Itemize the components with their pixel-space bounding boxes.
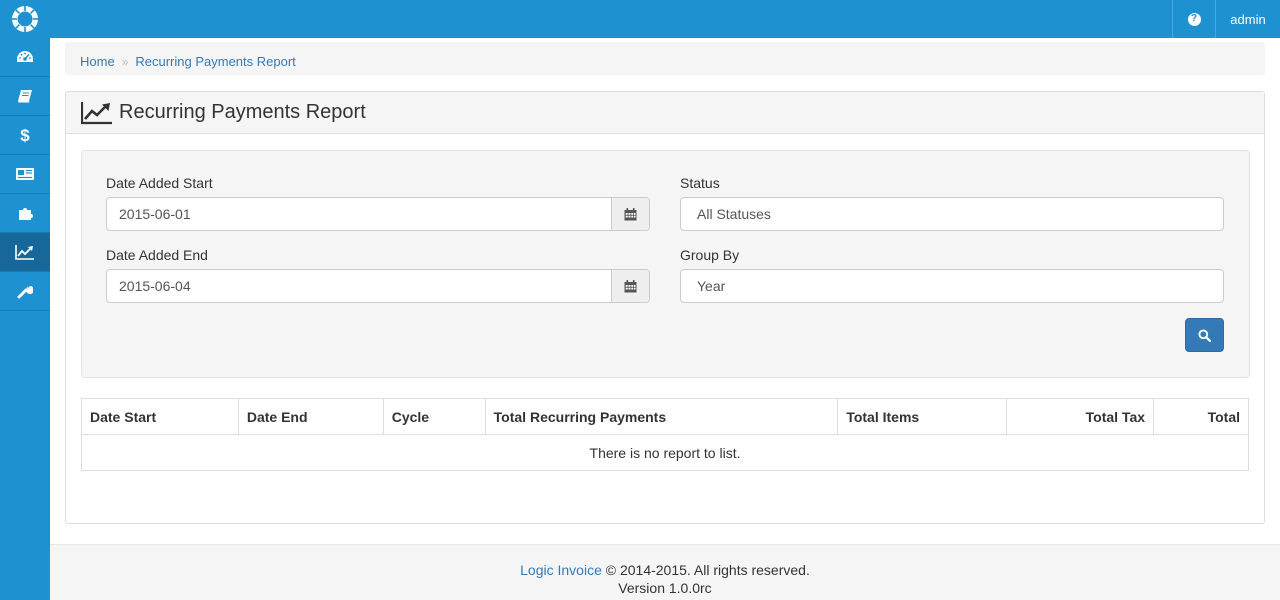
- empty-report-message: There is no report to list.: [81, 434, 1249, 471]
- search-button[interactable]: [1185, 318, 1224, 352]
- dollar-icon: $: [20, 126, 30, 144]
- table-header-row: Date Start Date End Cycle Total Recurrin…: [81, 398, 1249, 435]
- line-chart-icon: [81, 101, 112, 124]
- report-table: Date Start Date End Cycle Total Recurrin…: [81, 398, 1249, 471]
- question-circle-icon: ?: [1187, 12, 1201, 26]
- column-header-total[interactable]: Total: [1153, 398, 1249, 435]
- status-select[interactable]: All Statuses: [680, 197, 1224, 231]
- dashboard-icon: [17, 51, 33, 62]
- footer-copyright-line: Logic Invoice © 2014-2015. All rights re…: [50, 561, 1280, 579]
- group-by-label: Group By: [680, 247, 740, 263]
- column-header-date-start[interactable]: Date Start: [81, 398, 239, 435]
- puzzle-icon: [19, 208, 33, 220]
- svg-text:$: $: [20, 126, 30, 144]
- sidebar: $: [0, 38, 50, 600]
- date-end-label: Date Added End: [106, 247, 208, 263]
- date-start-input[interactable]: 2015-06-01: [119, 206, 191, 222]
- column-header-total-tax[interactable]: Total Tax: [1006, 398, 1155, 435]
- breadcrumb-home-link[interactable]: Home: [80, 54, 115, 69]
- footer-version: Version 1.0.0rc: [618, 580, 712, 596]
- breadcrumb-separator: »: [121, 55, 129, 69]
- logo-ring-icon[interactable]: [11, 5, 39, 33]
- main-content: Home » Recurring Payments Report Recurring…: [50, 38, 1280, 544]
- date-end-input[interactable]: 2015-06-04: [119, 278, 191, 294]
- filter-form: Date Added Start 2015-06-01 Date Added E…: [81, 150, 1250, 378]
- column-header-cycle[interactable]: Cycle: [382, 398, 486, 435]
- wrench-icon: [17, 286, 33, 299]
- footer: Logic Invoice © 2014-2015. All rights re…: [50, 544, 1280, 600]
- report-panel: Recurring Payments Report Date Added Sta…: [65, 91, 1265, 524]
- column-header-total-recurring-payments[interactable]: Total Recurring Payments: [484, 398, 839, 435]
- help-button[interactable]: ?: [1172, 0, 1215, 38]
- table-row: There is no report to list.: [81, 434, 1249, 471]
- calendar-icon: [624, 207, 637, 220]
- sidebar-item-dashboard[interactable]: [0, 38, 50, 77]
- line-chart-icon: [15, 245, 34, 260]
- sidebar-item-reports[interactable]: [0, 233, 50, 272]
- date-start-calendar-button[interactable]: [611, 198, 649, 230]
- column-header-date-end[interactable]: Date End: [237, 398, 384, 435]
- status-label: Status: [680, 175, 720, 191]
- breadcrumb-current-link[interactable]: Recurring Payments Report: [135, 54, 295, 69]
- breadcrumb: Home » Recurring Payments Report: [65, 42, 1265, 75]
- user-menu[interactable]: admin: [1215, 0, 1280, 38]
- calendar-icon: [624, 279, 637, 292]
- newspaper-icon: [16, 168, 34, 180]
- sidebar-item-payments[interactable]: $: [0, 116, 50, 155]
- column-header-total-items[interactable]: Total Items: [837, 398, 1008, 435]
- date-start-group: 2015-06-01: [106, 197, 650, 231]
- search-icon: [1198, 328, 1211, 342]
- sidebar-item-extensions[interactable]: [0, 194, 50, 233]
- book-icon: [18, 90, 32, 103]
- footer-brand-link[interactable]: Logic Invoice: [520, 562, 602, 578]
- group-by-select[interactable]: Year: [680, 269, 1224, 303]
- sidebar-item-invoices[interactable]: [0, 155, 50, 194]
- sidebar-item-settings[interactable]: [0, 272, 50, 311]
- panel-heading: Recurring Payments Report: [66, 92, 1264, 134]
- date-end-calendar-button[interactable]: [611, 270, 649, 302]
- page-title: Recurring Payments Report: [119, 101, 366, 123]
- date-end-group: 2015-06-04: [106, 269, 650, 303]
- sidebar-item-books[interactable]: [0, 77, 50, 116]
- date-start-label: Date Added Start: [106, 175, 213, 191]
- footer-copyright: © 2014-2015. All rights reserved.: [605, 562, 810, 578]
- top-navbar: ? admin: [0, 0, 1280, 38]
